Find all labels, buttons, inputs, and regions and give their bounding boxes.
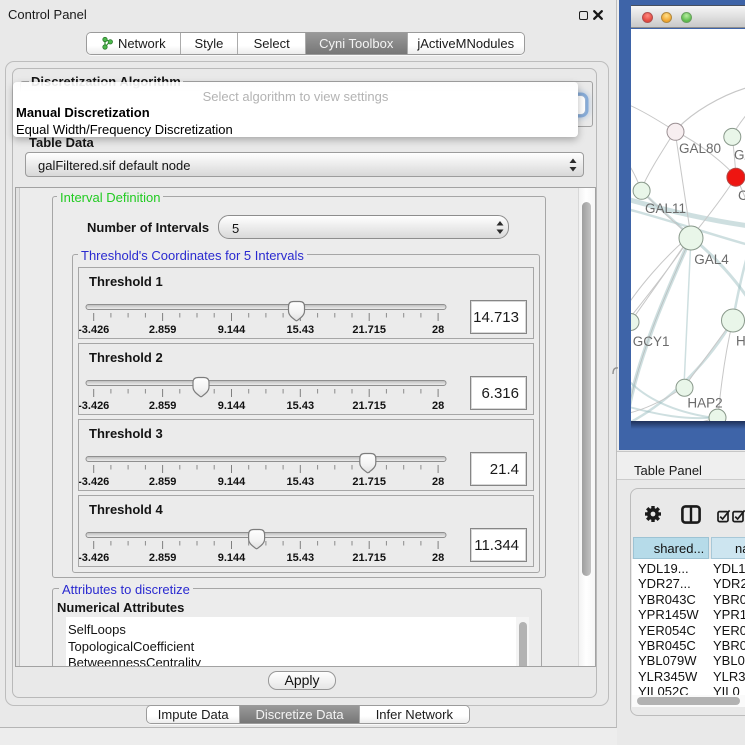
svg-text:-3.426: -3.426 (79, 324, 109, 336)
svg-text:9.144: 9.144 (218, 324, 246, 336)
svg-text:15.43: 15.43 (287, 324, 315, 336)
svg-text:15.43: 15.43 (287, 476, 315, 488)
svg-text:H: H (736, 334, 745, 349)
svg-text:-3.426: -3.426 (79, 476, 109, 488)
svg-text:21.715: 21.715 (352, 400, 386, 412)
svg-text:21.715: 21.715 (352, 552, 386, 564)
svg-text:GA: GA (734, 148, 745, 163)
svg-text:GAL11: GAL11 (645, 201, 686, 216)
svg-text:9.144: 9.144 (218, 476, 246, 488)
svg-text:HAP2: HAP2 (687, 396, 722, 411)
svg-text:C: C (738, 188, 745, 203)
svg-text:2.859: 2.859 (149, 324, 177, 336)
svg-text:15.43: 15.43 (287, 400, 315, 412)
svg-text:28: 28 (432, 324, 444, 336)
svg-text:GCY1: GCY1 (633, 334, 670, 349)
svg-text:-3.426: -3.426 (79, 552, 109, 564)
svg-text:28: 28 (432, 552, 444, 564)
svg-text:2.859: 2.859 (149, 476, 177, 488)
svg-text:9.144: 9.144 (218, 400, 246, 412)
svg-text:21.715: 21.715 (352, 324, 386, 336)
svg-text:15.43: 15.43 (287, 552, 315, 564)
svg-text:28: 28 (432, 476, 444, 488)
svg-text:2.859: 2.859 (149, 552, 177, 564)
svg-text:2.859: 2.859 (149, 400, 177, 412)
svg-text:GAL80: GAL80 (679, 141, 721, 156)
svg-text:-3.426: -3.426 (79, 400, 109, 412)
svg-text:GAL4: GAL4 (694, 252, 729, 267)
svg-text:9.144: 9.144 (218, 552, 246, 564)
svg-text:21.715: 21.715 (352, 476, 386, 488)
svg-text:28: 28 (432, 400, 444, 412)
